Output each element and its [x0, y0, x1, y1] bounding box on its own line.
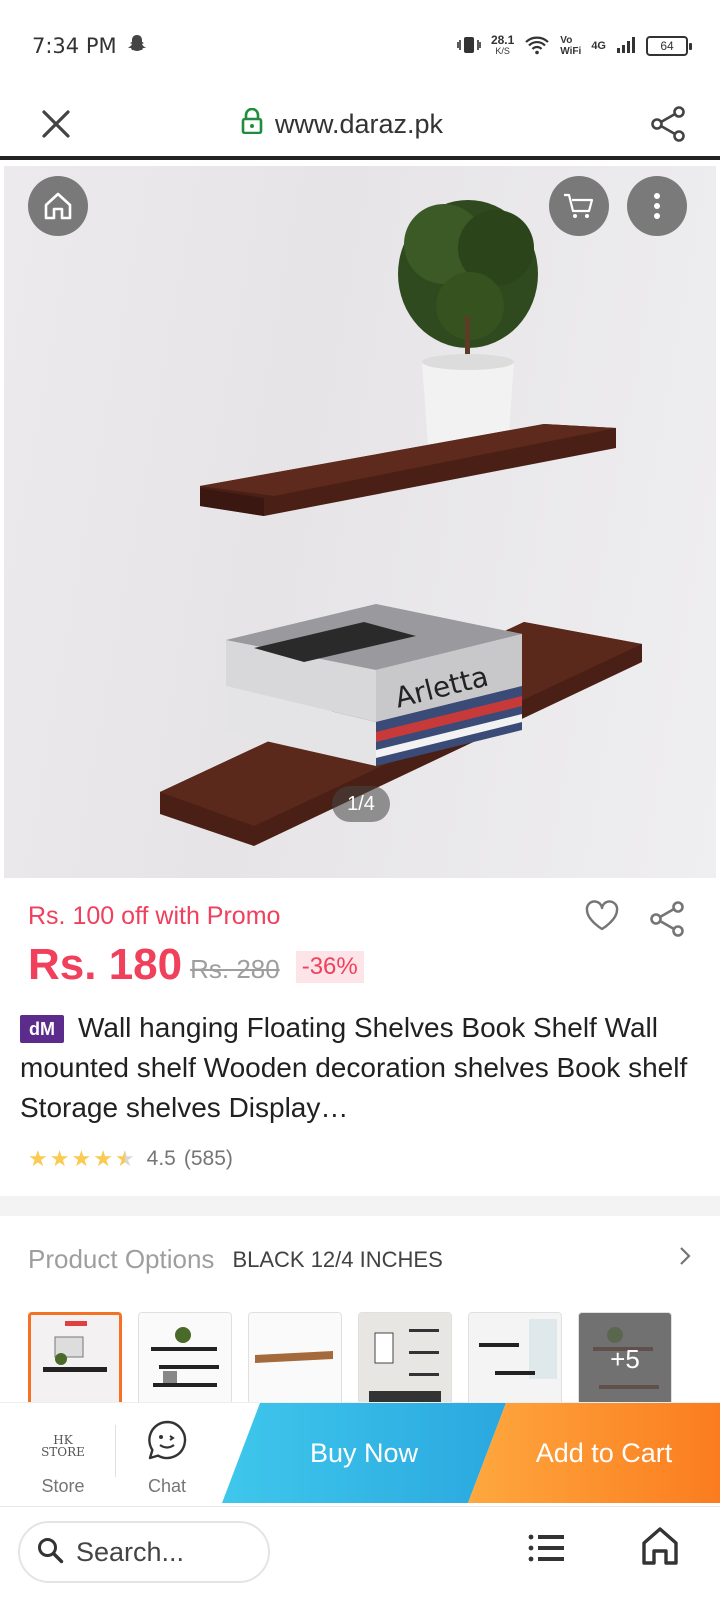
- battery-level: 64: [660, 39, 674, 53]
- product-photo: Arletta: [160, 200, 642, 846]
- browser-home-icon[interactable]: [640, 1525, 680, 1572]
- star-icon: ★: [71, 1146, 92, 1171]
- search-input[interactable]: [76, 1536, 236, 1568]
- url-text: www.daraz.pk: [274, 108, 444, 139]
- network-speed-unit: K/S: [495, 46, 510, 56]
- star-icon: ★: [28, 1146, 48, 1171]
- image-counter: 1/4: [332, 786, 390, 822]
- rating-value: 4.5: [146, 1147, 176, 1170]
- network-speed-value: 28.1: [490, 33, 515, 47]
- chat-button[interactable]: Chat: [122, 1403, 212, 1503]
- vowifi-wifi: WiFi: [560, 46, 582, 57]
- home-button[interactable]: [28, 176, 88, 236]
- chevron-right-icon: [678, 1245, 692, 1274]
- price-row: Rs. 180 Rs. 280 -36%: [28, 940, 364, 990]
- product-options-row[interactable]: Product Options BLACK 12/4 INCHES: [28, 1244, 692, 1275]
- share-icon[interactable]: [640, 96, 696, 152]
- chat-label: Chat: [147, 1476, 187, 1496]
- option-thumbnail[interactable]: [138, 1312, 232, 1406]
- vowifi-indicator: Vo WiFi: [560, 35, 581, 57]
- wishlist-heart-icon[interactable]: [584, 900, 620, 937]
- cart-icon: [564, 193, 594, 218]
- browser-url-bar: www.daraz.pk: [0, 92, 720, 160]
- more-options-count: +5: [579, 1313, 671, 1405]
- promo-text[interactable]: Rs. 100 off with Promo: [28, 902, 280, 931]
- section-divider: [0, 1196, 720, 1216]
- chat-icon: [146, 1419, 188, 1466]
- search-icon: [36, 1536, 64, 1569]
- product-title-text: Wall hanging Floating Shelves Book Shelf…: [20, 1012, 688, 1123]
- option-thumbnail[interactable]: [248, 1312, 342, 1406]
- daraz-mall-badge: dM: [20, 1015, 64, 1043]
- status-icons: 28.1 K/S Vo WiFi 4G 64: [457, 33, 692, 58]
- close-icon[interactable]: [28, 96, 84, 152]
- rating-row[interactable]: ★ ★ ★ ★ ★ 4.5 (585): [28, 1146, 233, 1172]
- product-share-icon[interactable]: [648, 900, 686, 943]
- battery-icon: 64: [646, 36, 692, 56]
- option-thumbnail[interactable]: [28, 1312, 122, 1406]
- star-icon: ★: [93, 1146, 113, 1171]
- vibrate-icon: [457, 35, 481, 58]
- browser-bottom-bar: [0, 1506, 720, 1600]
- cart-button[interactable]: [549, 176, 609, 236]
- option-thumbnails: +5: [28, 1312, 672, 1406]
- product-options-value: BLACK 12/4 INCHES: [232, 1246, 443, 1272]
- product-image-gallery[interactable]: Arletta 1/4: [4, 166, 716, 878]
- action-separator: [115, 1425, 116, 1477]
- option-thumbnail-more[interactable]: +5: [578, 1312, 672, 1406]
- store-logo-line2: STORE: [41, 1445, 85, 1459]
- more-vertical-icon: [654, 193, 660, 219]
- network-speed: 28.1 K/S: [490, 33, 515, 57]
- store-logo: HK STORE: [41, 1434, 85, 1458]
- discount-badge: -36%: [295, 951, 364, 983]
- product-title: dM Wall hanging Floating Shelves Book She…: [20, 1008, 690, 1128]
- product-options-label: Product Options: [28, 1244, 215, 1274]
- lock-icon: [241, 107, 263, 141]
- status-time: 7:34 PM: [32, 34, 117, 58]
- half-star-icon: ★: [114, 1146, 135, 1171]
- home-icon: [44, 192, 72, 220]
- option-thumbnail[interactable]: [358, 1312, 452, 1406]
- option-thumbnail[interactable]: [468, 1312, 562, 1406]
- rating-count: (585): [183, 1147, 233, 1170]
- wifi-icon: [524, 35, 550, 58]
- menu-list-icon[interactable]: [528, 1531, 566, 1570]
- status-bar: 7:34 PM 28.1 K/S Vo WiFi 4G 64: [0, 0, 720, 92]
- product-page: 7:34 PM 28.1 K/S Vo WiFi 4G 64 www.daraz…: [0, 0, 720, 1600]
- more-options-button[interactable]: [627, 176, 687, 236]
- buy-now-button[interactable]: Buy Now: [222, 1403, 506, 1503]
- store-label: Store: [41, 1476, 85, 1496]
- original-price: Rs. 280: [190, 953, 280, 984]
- network-type: 4G: [591, 40, 606, 52]
- snapchat-notification-icon: [127, 33, 147, 59]
- signal-icon: [616, 36, 636, 57]
- search-box[interactable]: [18, 1521, 270, 1583]
- current-price: Rs. 180: [28, 940, 183, 989]
- product-action-bar: HK STORE Store Chat Buy Now Add to Cart: [0, 1402, 720, 1503]
- star-icon: ★: [49, 1146, 70, 1171]
- url-display[interactable]: www.daraz.pk: [84, 107, 640, 141]
- store-button[interactable]: HK STORE Store: [18, 1403, 108, 1503]
- vowifi-vo: Vo: [560, 35, 573, 46]
- add-to-cart-button[interactable]: Add to Cart: [468, 1403, 720, 1503]
